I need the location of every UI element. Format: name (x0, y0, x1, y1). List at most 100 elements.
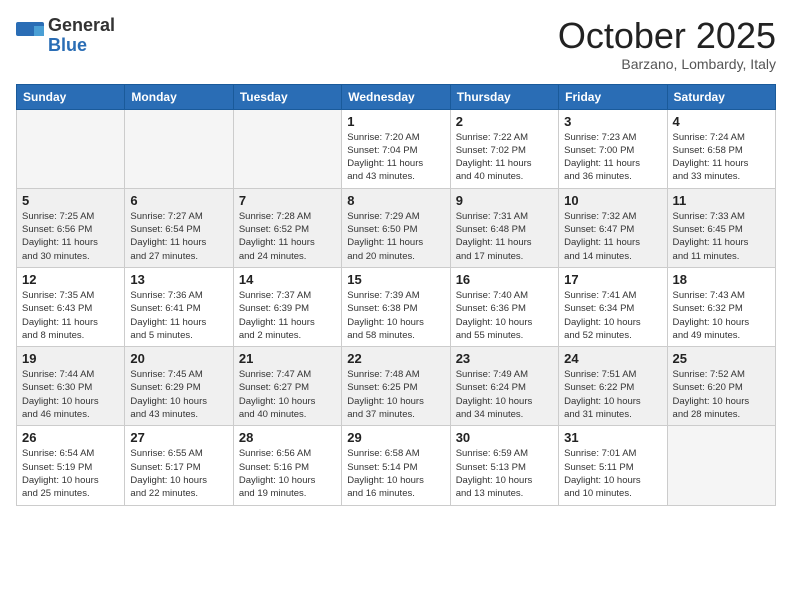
day-info: Sunrise: 7:48 AM Sunset: 6:25 PM Dayligh… (347, 368, 444, 421)
day-of-week-header: Thursday (450, 84, 558, 109)
calendar-day-cell: 11 Sunrise: 7:33 AM Sunset: 6:45 PM Dayli… (667, 188, 775, 267)
day-info: Sunrise: 7:22 AM Sunset: 7:02 PM Dayligh… (456, 131, 553, 184)
day-number: 26 (22, 430, 119, 445)
calendar-day-cell: 23 Sunrise: 7:49 AM Sunset: 6:24 PM Dayli… (450, 347, 558, 426)
day-number: 6 (130, 193, 227, 208)
day-info: Sunrise: 7:28 AM Sunset: 6:52 PM Dayligh… (239, 210, 336, 263)
calendar-day-cell: 7Sunrise: 7:28 AM Sunset: 6:52 PM Daylig… (233, 188, 341, 267)
calendar-day-cell (233, 109, 341, 188)
calendar-day-cell: 29Sunrise: 6:58 AM Sunset: 5:14 PM Dayli… (342, 426, 450, 505)
calendar-day-cell: 21 Sunrise: 7:47 AM Sunset: 6:27 PM Dayli… (233, 347, 341, 426)
calendar-day-cell: 13 Sunrise: 7:36 AM Sunset: 6:41 PM Dayli… (125, 267, 233, 346)
calendar-day-cell: 17 Sunrise: 7:41 AM Sunset: 6:34 PM Dayli… (559, 267, 667, 346)
day-of-week-header: Saturday (667, 84, 775, 109)
calendar-day-cell: 28 Sunrise: 6:56 AM Sunset: 5:16 PM Dayli… (233, 426, 341, 505)
day-info: Sunrise: 7:01 AM Sunset: 5:11 PM Dayligh… (564, 447, 661, 500)
calendar-day-cell: 20Sunrise: 7:45 AM Sunset: 6:29 PM Dayli… (125, 347, 233, 426)
calendar-day-cell: 8 Sunrise: 7:29 AM Sunset: 6:50 PM Daylig… (342, 188, 450, 267)
day-info: Sunrise: 7:35 AM Sunset: 6:43 PM Dayligh… (22, 289, 119, 342)
day-number: 25 (673, 351, 770, 366)
calendar-week-row: 19 Sunrise: 7:44 AM Sunset: 6:30 PM Dayli… (17, 347, 776, 426)
calendar-day-cell: 22 Sunrise: 7:48 AM Sunset: 6:25 PM Dayli… (342, 347, 450, 426)
calendar-day-cell: 27 Sunrise: 6:55 AM Sunset: 5:17 PM Dayli… (125, 426, 233, 505)
day-of-week-header: Monday (125, 84, 233, 109)
calendar-day-cell: 30Sunrise: 6:59 AM Sunset: 5:13 PM Dayli… (450, 426, 558, 505)
day-info: Sunrise: 7:43 AM Sunset: 6:32 PM Dayligh… (673, 289, 770, 342)
calendar-day-cell: 3Sunrise: 7:23 AM Sunset: 7:00 PM Daylig… (559, 109, 667, 188)
day-number: 28 (239, 430, 336, 445)
calendar-week-row: 26Sunrise: 6:54 AM Sunset: 5:19 PM Dayli… (17, 426, 776, 505)
day-number: 13 (130, 272, 227, 287)
calendar-day-cell: 26Sunrise: 6:54 AM Sunset: 5:19 PM Dayli… (17, 426, 125, 505)
day-number: 11 (673, 193, 770, 208)
day-info: Sunrise: 7:23 AM Sunset: 7:00 PM Dayligh… (564, 131, 661, 184)
calendar-day-cell: 15 Sunrise: 7:39 AM Sunset: 6:38 PM Dayli… (342, 267, 450, 346)
day-number: 4 (673, 114, 770, 129)
day-info: Sunrise: 7:44 AM Sunset: 6:30 PM Dayligh… (22, 368, 119, 421)
day-number: 8 (347, 193, 444, 208)
calendar-header-row: SundayMondayTuesdayWednesdayThursdayFrid… (17, 84, 776, 109)
day-info: Sunrise: 7:24 AM Sunset: 6:58 PM Dayligh… (673, 131, 770, 184)
day-info: Sunrise: 7:45 AM Sunset: 6:29 PM Dayligh… (130, 368, 227, 421)
calendar-day-cell: 1Sunrise: 7:20 AM Sunset: 7:04 PM Daylig… (342, 109, 450, 188)
day-number: 21 (239, 351, 336, 366)
day-of-week-header: Tuesday (233, 84, 341, 109)
day-number: 15 (347, 272, 444, 287)
day-number: 12 (22, 272, 119, 287)
calendar-day-cell: 18Sunrise: 7:43 AM Sunset: 6:32 PM Dayli… (667, 267, 775, 346)
day-info: Sunrise: 7:27 AM Sunset: 6:54 PM Dayligh… (130, 210, 227, 263)
day-number: 2 (456, 114, 553, 129)
day-info: Sunrise: 6:58 AM Sunset: 5:14 PM Dayligh… (347, 447, 444, 500)
day-info: Sunrise: 7:39 AM Sunset: 6:38 PM Dayligh… (347, 289, 444, 342)
calendar-week-row: 5 Sunrise: 7:25 AM Sunset: 6:56 PM Daylig… (17, 188, 776, 267)
calendar-day-cell: 16 Sunrise: 7:40 AM Sunset: 6:36 PM Dayli… (450, 267, 558, 346)
day-info: Sunrise: 7:47 AM Sunset: 6:27 PM Dayligh… (239, 368, 336, 421)
day-info: Sunrise: 6:55 AM Sunset: 5:17 PM Dayligh… (130, 447, 227, 500)
day-info: Sunrise: 7:33 AM Sunset: 6:45 PM Dayligh… (673, 210, 770, 263)
location: Barzano, Lombardy, Italy (558, 56, 776, 72)
page-header: General Blue October 2025 Barzano, Lomba… (16, 16, 776, 72)
day-number: 9 (456, 193, 553, 208)
day-number: 31 (564, 430, 661, 445)
day-info: Sunrise: 7:41 AM Sunset: 6:34 PM Dayligh… (564, 289, 661, 342)
day-info: Sunrise: 7:36 AM Sunset: 6:41 PM Dayligh… (130, 289, 227, 342)
calendar-day-cell: 24Sunrise: 7:51 AM Sunset: 6:22 PM Dayli… (559, 347, 667, 426)
calendar-day-cell: 12 Sunrise: 7:35 AM Sunset: 6:43 PM Dayli… (17, 267, 125, 346)
calendar-day-cell: 5 Sunrise: 7:25 AM Sunset: 6:56 PM Daylig… (17, 188, 125, 267)
day-number: 23 (456, 351, 553, 366)
title-block: October 2025 Barzano, Lombardy, Italy (558, 16, 776, 72)
day-number: 30 (456, 430, 553, 445)
day-info: Sunrise: 7:51 AM Sunset: 6:22 PM Dayligh… (564, 368, 661, 421)
day-number: 22 (347, 351, 444, 366)
day-number: 16 (456, 272, 553, 287)
day-info: Sunrise: 7:52 AM Sunset: 6:20 PM Dayligh… (673, 368, 770, 421)
day-number: 17 (564, 272, 661, 287)
calendar-week-row: 1Sunrise: 7:20 AM Sunset: 7:04 PM Daylig… (17, 109, 776, 188)
day-info: Sunrise: 7:29 AM Sunset: 6:50 PM Dayligh… (347, 210, 444, 263)
logo-blue-text: Blue (48, 35, 87, 55)
day-number: 10 (564, 193, 661, 208)
month-title: October 2025 (558, 16, 776, 56)
day-number: 19 (22, 351, 119, 366)
logo-general-text: General (48, 15, 115, 35)
day-info: Sunrise: 7:20 AM Sunset: 7:04 PM Dayligh… (347, 131, 444, 184)
day-info: Sunrise: 7:25 AM Sunset: 6:56 PM Dayligh… (22, 210, 119, 263)
day-info: Sunrise: 7:37 AM Sunset: 6:39 PM Dayligh… (239, 289, 336, 342)
day-of-week-header: Friday (559, 84, 667, 109)
day-info: Sunrise: 7:40 AM Sunset: 6:36 PM Dayligh… (456, 289, 553, 342)
calendar-table: SundayMondayTuesdayWednesdayThursdayFrid… (16, 84, 776, 506)
day-number: 27 (130, 430, 227, 445)
calendar-week-row: 12 Sunrise: 7:35 AM Sunset: 6:43 PM Dayli… (17, 267, 776, 346)
calendar-day-cell: 25 Sunrise: 7:52 AM Sunset: 6:20 PM Dayli… (667, 347, 775, 426)
calendar-day-cell (125, 109, 233, 188)
calendar-day-cell (667, 426, 775, 505)
day-info: Sunrise: 7:31 AM Sunset: 6:48 PM Dayligh… (456, 210, 553, 263)
calendar-day-cell: 31 Sunrise: 7:01 AM Sunset: 5:11 PM Dayli… (559, 426, 667, 505)
day-info: Sunrise: 7:49 AM Sunset: 6:24 PM Dayligh… (456, 368, 553, 421)
calendar-day-cell: 9 Sunrise: 7:31 AM Sunset: 6:48 PM Daylig… (450, 188, 558, 267)
day-info: Sunrise: 7:32 AM Sunset: 6:47 PM Dayligh… (564, 210, 661, 263)
day-number: 5 (22, 193, 119, 208)
calendar-day-cell: 19 Sunrise: 7:44 AM Sunset: 6:30 PM Dayli… (17, 347, 125, 426)
calendar-day-cell: 10 Sunrise: 7:32 AM Sunset: 6:47 PM Dayli… (559, 188, 667, 267)
day-info: Sunrise: 6:56 AM Sunset: 5:16 PM Dayligh… (239, 447, 336, 500)
